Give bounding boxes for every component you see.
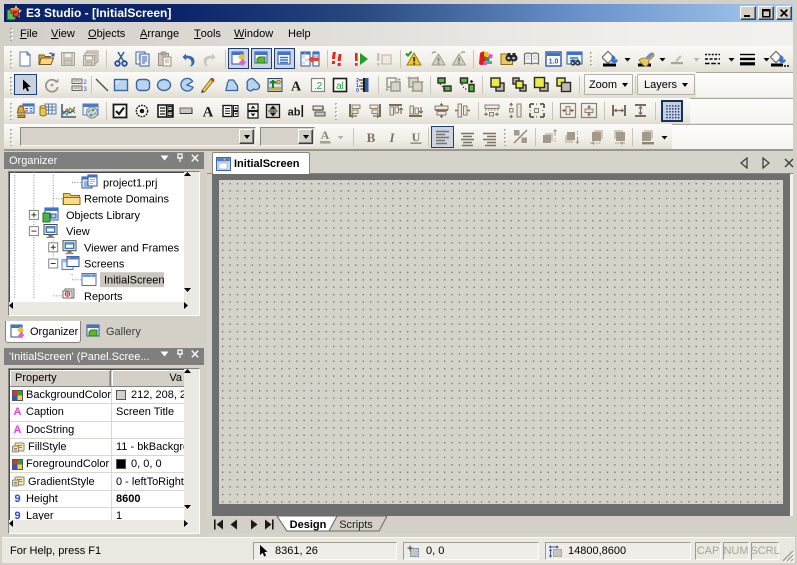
- svg-text:A: A: [321, 128, 330, 142]
- svg-text:2: 2: [84, 80, 88, 86]
- svg-text:A: A: [203, 105, 214, 120]
- svg-text:Viewer and Frames: Viewer and Frames: [84, 242, 180, 254]
- svg-text:R: R: [66, 292, 70, 298]
- svg-text:Objects Library: Objects Library: [66, 210, 140, 222]
- svg-text:View: View: [66, 226, 90, 238]
- svg-text:al: al: [336, 81, 344, 92]
- svg-text:.2: .2: [314, 81, 323, 92]
- svg-text:Scripts: Scripts: [339, 519, 373, 531]
- svg-text:Screens: Screens: [84, 259, 125, 271]
- svg-text:U: U: [412, 130, 421, 144]
- svg-text:A: A: [291, 80, 302, 94]
- svg-text:project1.prj: project1.prj: [103, 178, 157, 190]
- svg-text:InitialScreen: InitialScreen: [104, 275, 165, 287]
- svg-text:ab: ab: [288, 107, 301, 119]
- svg-text:B: B: [367, 130, 376, 145]
- svg-text:3: 3: [84, 87, 88, 93]
- svg-text:1.0: 1.0: [549, 59, 559, 66]
- svg-text:Reports: Reports: [84, 291, 123, 302]
- svg-text:Design: Design: [290, 519, 327, 531]
- svg-text:Remote Domains: Remote Domains: [84, 194, 169, 206]
- svg-text:I: I: [388, 130, 395, 145]
- svg-text:0: 0: [356, 88, 359, 93]
